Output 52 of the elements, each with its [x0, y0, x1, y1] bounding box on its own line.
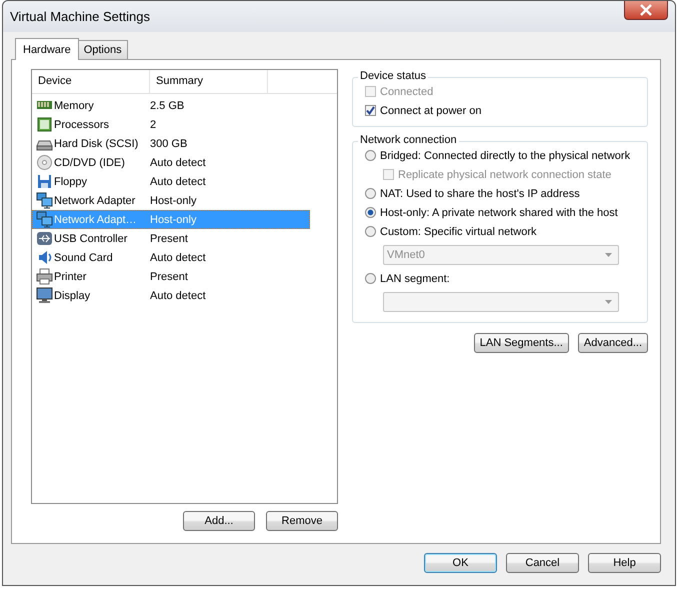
- usb-icon: [36, 230, 53, 247]
- help-button[interactable]: Help: [588, 553, 661, 573]
- printer-icon: [36, 268, 53, 285]
- dropdown-arrow-icon: [605, 300, 612, 304]
- radio-button[interactable]: [365, 188, 376, 199]
- radio-button[interactable]: [365, 150, 376, 161]
- device-row[interactable]: Sound Card Auto detect: [32, 248, 310, 267]
- column-header[interactable]: Device: [32, 70, 150, 93]
- window-title: Virtual Machine Settings: [10, 9, 150, 24]
- device-row[interactable]: Hard Disk (SCSI) 300 GB: [32, 134, 310, 153]
- remove-button[interactable]: Remove: [266, 511, 338, 531]
- radio-label: Custom: Specific virtual network: [380, 226, 536, 238]
- radio-label: LAN segment:: [380, 272, 450, 284]
- group-title: Device status: [358, 70, 428, 82]
- network-computers-icon: [36, 211, 53, 228]
- close-button[interactable]: [624, 1, 668, 20]
- speaker-icon: [36, 249, 53, 266]
- cancel-button[interactable]: Cancel: [506, 553, 579, 573]
- radio-label: Bridged: Connected directly to the physical network: [380, 150, 630, 162]
- close-icon: [639, 4, 653, 16]
- device-row[interactable]: Display Auto detect: [32, 286, 310, 305]
- check-mark-icon: [366, 106, 375, 115]
- ok-button[interactable]: OK: [424, 553, 497, 573]
- dropdown-arrow-icon: [605, 253, 612, 257]
- device-row[interactable]: CD/DVD (IDE) Auto detect: [32, 153, 310, 172]
- radio-label: Host-only: A private network shared with the host: [380, 206, 618, 218]
- lan-segments-button[interactable]: LAN Segments...: [474, 333, 569, 353]
- tab[interactable]: Options: [78, 40, 128, 59]
- radio-button[interactable]: [365, 226, 376, 237]
- checkbox-label: Connect at power on: [380, 104, 482, 116]
- network-computers-icon: [36, 192, 53, 209]
- radio-label: NAT: Used to share the host's IP address: [380, 188, 580, 200]
- device-row[interactable]: Processors 2: [32, 115, 310, 134]
- monitor-icon: [36, 287, 53, 304]
- chip-icon: [36, 116, 53, 133]
- device-row[interactable]: Floppy Auto detect: [32, 172, 310, 191]
- add-button[interactable]: Add...: [183, 511, 255, 531]
- device-row[interactable]: USB Controller Present: [32, 229, 310, 248]
- device-row[interactable]: Printer Present: [32, 267, 310, 286]
- checkbox-label: Replicate physical network connection state: [398, 168, 612, 180]
- advanced-button[interactable]: Advanced...: [578, 333, 648, 353]
- device-row[interactable]: Network Adapter Host-only: [32, 191, 310, 210]
- device-row[interactable]: Memory 2.5 GB: [32, 96, 310, 115]
- tab[interactable]: Hardware: [15, 38, 79, 60]
- radio-button[interactable]: [365, 207, 376, 218]
- floppy-icon: [36, 173, 53, 190]
- disc-icon: [36, 154, 53, 171]
- checkbox-label: Connected: [380, 86, 434, 98]
- checkbox[interactable]: [365, 105, 376, 116]
- group-title: Network connection: [358, 134, 459, 146]
- column-header[interactable]: Summary: [150, 70, 268, 93]
- radio-button[interactable]: [365, 273, 376, 284]
